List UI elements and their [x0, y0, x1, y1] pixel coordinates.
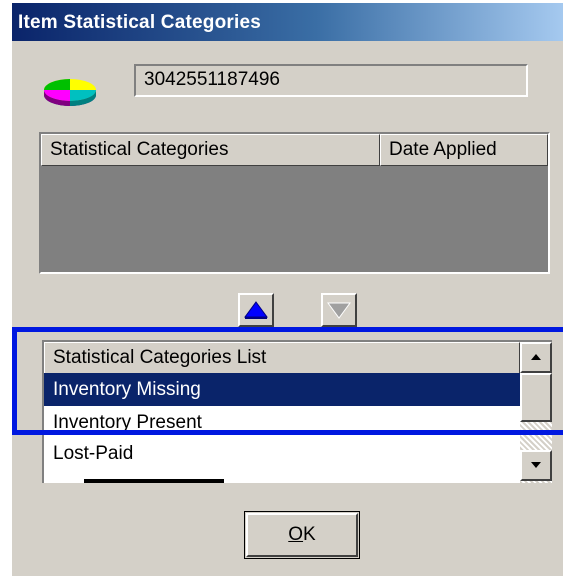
title-bar[interactable]: Item Statistical Categories [12, 3, 563, 41]
column-header-statistical-categories[interactable]: Statistical Categories [41, 134, 380, 166]
list-item-inventory-missing[interactable]: Inventory Missing [44, 373, 520, 406]
scroll-down-arrow-icon [531, 462, 541, 468]
window-title: Item Statistical Categories [18, 12, 261, 33]
item-statistical-categories-window: Item Statistical Categories 304255118749… [10, 3, 563, 576]
move-up-arrow-icon [244, 301, 268, 319]
clipped-list-item [84, 479, 224, 483]
list-item-lost-paid[interactable]: Lost-Paid [44, 439, 520, 469]
column-header-date-applied[interactable]: Date Applied [380, 134, 548, 166]
ok-button-label: OK [246, 513, 358, 557]
move-down-arrow-icon [327, 302, 351, 319]
scroll-up-arrow-icon [531, 354, 541, 360]
scroll-down-button[interactable] [520, 450, 552, 481]
ok-button[interactable]: OK [244, 511, 360, 559]
scroll-thumb[interactable] [520, 373, 552, 422]
statistical-categories-list[interactable]: Statistical Categories List Inventory Mi… [42, 340, 552, 483]
list-item-inventory-present[interactable]: Inventory Present [44, 406, 520, 439]
applied-categories-table[interactable]: Statistical Categories Date Applied [39, 132, 550, 274]
scroll-up-button[interactable] [520, 342, 552, 373]
list-scrollbar[interactable] [520, 342, 552, 483]
list-header[interactable]: Statistical Categories List [44, 342, 520, 374]
pie-chart-icon [44, 79, 96, 106]
move-down-button[interactable] [321, 293, 357, 327]
move-up-button[interactable] [238, 293, 274, 327]
item-barcode-field: 3042551187496 [134, 64, 528, 97]
